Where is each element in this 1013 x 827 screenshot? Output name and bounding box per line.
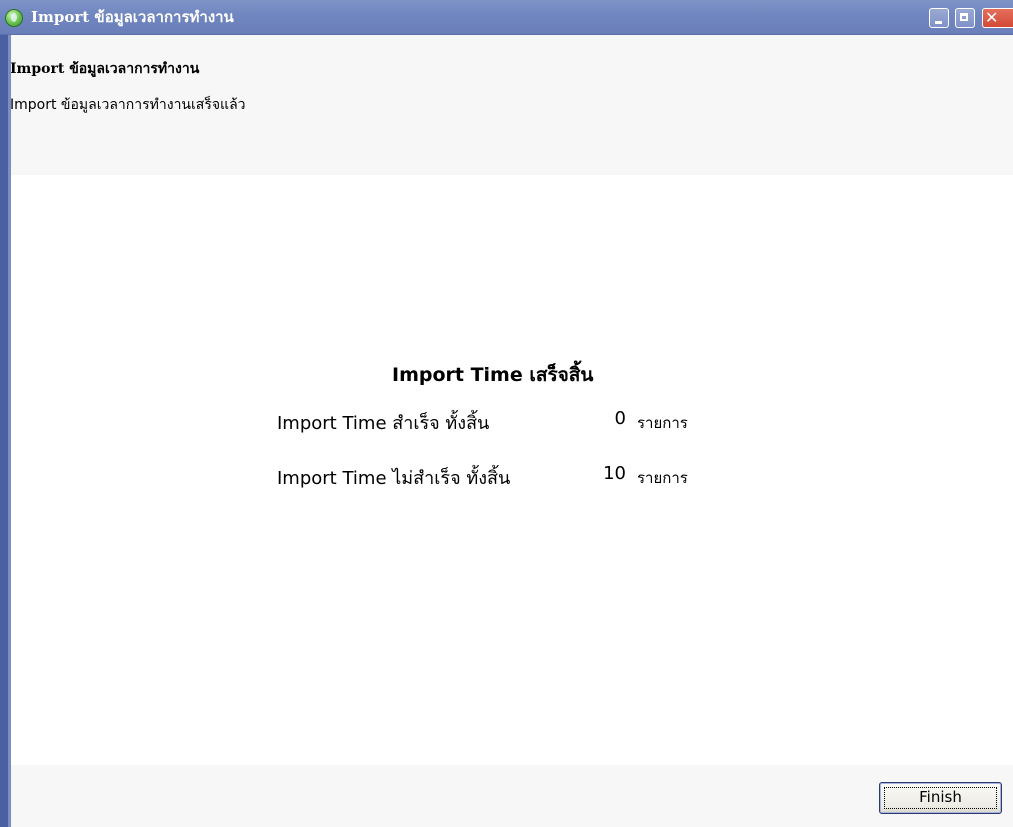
success-count-label: Import Time สำเร็จ ทั้งสิ้น: [277, 413, 490, 434]
success-count-unit: รายการ: [637, 414, 688, 432]
page-description: Import ข้อมูลเวลาการทำงานเสร็จแล้ว: [10, 97, 246, 113]
page-title: Import ข้อมูลเวลาการทำงาน: [10, 61, 200, 77]
finish-button[interactable]: Finish: [879, 782, 1002, 814]
result-title: Import Time เสร็จสิ้น: [392, 364, 594, 386]
failure-count-label: Import Time ไม่สำเร็จ ทั้งสิ้น: [277, 468, 511, 489]
minimize-button[interactable]: [929, 8, 949, 28]
failure-count-value: 10: [603, 463, 626, 484]
left-frame-highlight: [8, 35, 11, 827]
minimize-icon: [935, 21, 942, 24]
close-icon: ✕: [985, 8, 999, 27]
success-count-value: 0: [614, 408, 626, 429]
maximize-button[interactable]: [955, 8, 975, 28]
maximize-icon: [960, 13, 968, 21]
finish-button-label: Finish: [919, 788, 962, 806]
footer-panel: [11, 765, 1013, 827]
result-panel: [11, 175, 1013, 765]
title-bar[interactable]: Import ข้อมูลเวลาการทำงาน ✕: [0, 0, 1013, 35]
import-window: Import ข้อมูลเวลาการทำงาน ✕ Import ข้อมู…: [0, 0, 1013, 827]
failure-count-unit: รายการ: [637, 469, 688, 487]
close-button[interactable]: ✕: [982, 8, 1013, 28]
window-title: Import ข้อมูลเวลาการทำงาน: [31, 8, 234, 26]
globe-app-icon: [5, 9, 23, 27]
